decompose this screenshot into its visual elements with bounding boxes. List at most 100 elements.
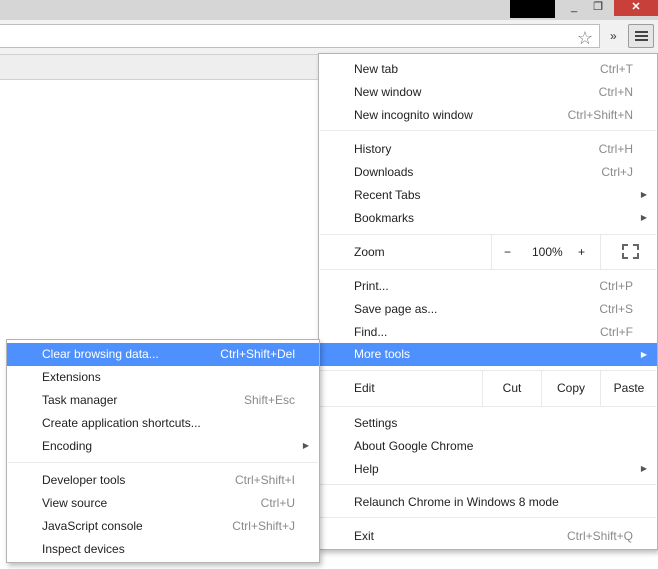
zoom-in-button[interactable]: + bbox=[578, 235, 585, 269]
submenu-arrow-icon: ▶ bbox=[640, 213, 647, 222]
menu-item-label: Print... bbox=[354, 279, 389, 293]
menu-separator bbox=[320, 517, 656, 518]
menu-item-shortcut: Ctrl+J bbox=[601, 165, 633, 179]
menu-item-label: Help bbox=[354, 462, 379, 476]
menu-item-new-tab[interactable]: New tab Ctrl+T bbox=[319, 58, 657, 80]
menu-item-label: About Google Chrome bbox=[354, 439, 474, 453]
zoom-row: Zoom − 100% + bbox=[319, 235, 657, 269]
menu-item-label: Extensions bbox=[42, 370, 101, 384]
menu-item-label: Bookmarks bbox=[354, 211, 415, 225]
maximize-button[interactable]: ❐ bbox=[587, 0, 609, 16]
menu-item-settings[interactable]: Settings bbox=[319, 412, 657, 434]
submenu-arrow-icon: ▶ bbox=[640, 350, 647, 359]
menu-item-javascript-console[interactable]: JavaScript console Ctrl+Shift+J bbox=[7, 515, 319, 537]
menu-separator bbox=[320, 130, 656, 131]
menu-item-label: Task manager bbox=[42, 393, 118, 407]
menu-item-shortcut: Ctrl+Shift+N bbox=[567, 108, 633, 122]
title-bar: _ ❐ ✕ bbox=[0, 0, 658, 20]
menu-item-shortcut: Ctrl+Shift+I bbox=[234, 473, 295, 487]
menu-item-label: New tab bbox=[354, 62, 399, 76]
star-icon[interactable]: ☆ bbox=[574, 28, 596, 48]
extensions-overflow-chevron[interactable]: » bbox=[610, 29, 617, 43]
menu-item-shortcut: Ctrl+Shift+J bbox=[232, 519, 295, 533]
menu-item-label: Developer tools bbox=[42, 473, 126, 487]
menu-separator bbox=[8, 462, 318, 463]
menu-item-inspect-devices[interactable]: Inspect devices bbox=[7, 538, 319, 560]
cut-button[interactable]: Cut bbox=[482, 371, 541, 406]
menu-item-label: Clear browsing data... bbox=[42, 347, 159, 361]
menu-item-shortcut: Ctrl+F bbox=[600, 325, 633, 339]
menu-item-label: Create application shortcuts... bbox=[42, 416, 201, 430]
submenu-arrow-icon: ▶ bbox=[640, 464, 647, 473]
menu-item-new-incognito-window[interactable]: New incognito window Ctrl+Shift+N bbox=[319, 104, 657, 126]
menu-item-label: More tools bbox=[354, 347, 411, 361]
menu-item-label: Recent Tabs bbox=[354, 188, 421, 202]
menu-item-shortcut: Shift+Esc bbox=[243, 393, 295, 407]
menu-item-developer-tools[interactable]: Developer tools Ctrl+Shift+I bbox=[7, 469, 319, 491]
edit-label: Edit bbox=[354, 381, 375, 395]
copy-button[interactable]: Copy bbox=[541, 371, 600, 406]
menu-separator bbox=[320, 484, 656, 485]
menu-item-shortcut: Ctrl+T bbox=[600, 62, 633, 76]
menu-item-relaunch-windows-8[interactable]: Relaunch Chrome in Windows 8 mode bbox=[319, 491, 657, 513]
menu-item-view-source[interactable]: View source Ctrl+U bbox=[7, 492, 319, 514]
menu-item-bookmarks[interactable]: Bookmarks ▶ bbox=[319, 207, 657, 229]
menu-item-label: Downloads bbox=[354, 165, 414, 179]
menu-item-shortcut: Ctrl+U bbox=[260, 496, 295, 510]
zoom-out-button[interactable]: − bbox=[504, 235, 511, 269]
menu-item-encoding[interactable]: Encoding ▶ bbox=[7, 435, 319, 457]
menu-item-label: JavaScript console bbox=[42, 519, 143, 533]
menu-item-label: Exit bbox=[354, 529, 375, 543]
minimize-button[interactable]: _ bbox=[563, 0, 585, 16]
fullscreen-button[interactable] bbox=[600, 235, 657, 269]
submenu-arrow-icon: ▶ bbox=[640, 190, 647, 199]
menu-item-label: Inspect devices bbox=[42, 542, 125, 556]
menu-item-new-window[interactable]: New window Ctrl+N bbox=[319, 81, 657, 103]
menu-item-more-tools[interactable]: More tools ▶ bbox=[319, 343, 657, 366]
menu-item-about-chrome[interactable]: About Google Chrome bbox=[319, 435, 657, 457]
menu-item-shortcut: Ctrl+Shift+Q bbox=[566, 529, 633, 543]
menu-separator bbox=[320, 269, 656, 270]
paste-button[interactable]: Paste bbox=[600, 371, 657, 406]
menu-item-label: Relaunch Chrome in Windows 8 mode bbox=[354, 495, 559, 509]
menu-item-history[interactable]: History Ctrl+H bbox=[319, 138, 657, 160]
menu-item-label: Find... bbox=[354, 325, 388, 339]
title-bar-block bbox=[510, 0, 555, 18]
menu-item-label: New incognito window bbox=[354, 108, 473, 122]
zoom-level: 100% bbox=[532, 245, 563, 259]
menu-item-shortcut: Ctrl+S bbox=[599, 302, 633, 316]
menu-item-label: Save page as... bbox=[354, 302, 438, 316]
menu-item-shortcut: Ctrl+P bbox=[599, 279, 633, 293]
menu-item-clear-browsing-data[interactable]: Clear browsing data... Ctrl+Shift+Del bbox=[7, 343, 319, 366]
chrome-menu-button[interactable] bbox=[628, 24, 654, 48]
fullscreen-icon bbox=[622, 244, 639, 259]
close-window-button[interactable]: ✕ bbox=[614, 0, 658, 16]
menu-item-recent-tabs[interactable]: Recent Tabs ▶ bbox=[319, 184, 657, 206]
menu-item-label: View source bbox=[42, 496, 108, 510]
browser-toolbar: ☆ » bbox=[0, 20, 658, 55]
chrome-menu: New tab Ctrl+T New window Ctrl+N New inc… bbox=[318, 53, 658, 550]
hamburger-icon bbox=[635, 31, 648, 33]
address-bar[interactable]: ☆ bbox=[0, 24, 600, 48]
submenu-arrow-icon: ▶ bbox=[302, 441, 309, 450]
zoom-controls: − 100% + bbox=[491, 235, 600, 269]
menu-item-label: Settings bbox=[354, 416, 398, 430]
menu-item-print[interactable]: Print... Ctrl+P bbox=[319, 275, 657, 297]
menu-item-label: New window bbox=[354, 85, 422, 99]
more-tools-submenu: Clear browsing data... Ctrl+Shift+Del Ex… bbox=[6, 339, 320, 563]
zoom-label: Zoom bbox=[354, 245, 385, 259]
menu-item-label: Encoding bbox=[42, 439, 93, 453]
menu-item-downloads[interactable]: Downloads Ctrl+J bbox=[319, 161, 657, 183]
menu-separator bbox=[320, 406, 656, 407]
menu-item-shortcut: Ctrl+N bbox=[598, 85, 633, 99]
edit-row: Edit Cut Copy Paste bbox=[319, 371, 657, 406]
menu-item-extensions[interactable]: Extensions bbox=[7, 366, 319, 388]
menu-item-shortcut: Ctrl+Shift+Del bbox=[220, 347, 295, 361]
menu-item-exit[interactable]: Exit Ctrl+Shift+Q bbox=[319, 525, 657, 547]
menu-item-task-manager[interactable]: Task manager Shift+Esc bbox=[7, 389, 319, 411]
menu-item-create-app-shortcuts[interactable]: Create application shortcuts... bbox=[7, 412, 319, 434]
menu-item-label: History bbox=[354, 142, 392, 156]
menu-item-save-page[interactable]: Save page as... Ctrl+S bbox=[319, 298, 657, 320]
menu-item-find[interactable]: Find... Ctrl+F bbox=[319, 321, 657, 343]
menu-item-help[interactable]: Help ▶ bbox=[319, 458, 657, 480]
